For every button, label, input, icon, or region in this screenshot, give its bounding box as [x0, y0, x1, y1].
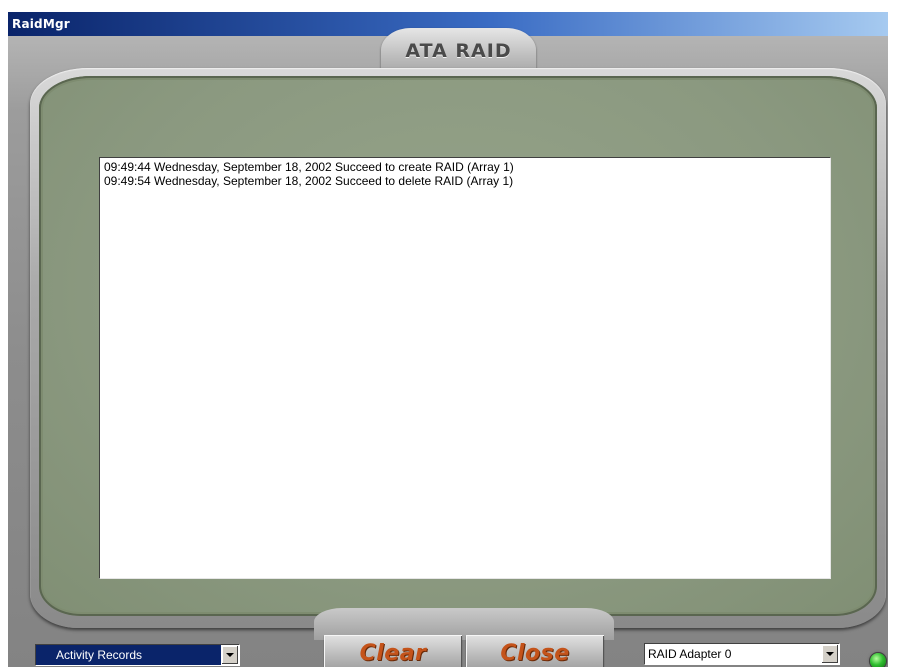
adapter-select-value: RAID Adapter 0	[648, 647, 732, 661]
raidmgr-window: RaidMgr ATA RAID 09:49:44 Wednesday, Sep…	[8, 12, 888, 667]
chevron-down-icon[interactable]	[822, 645, 838, 663]
clear-button[interactable]: Clear	[324, 635, 462, 667]
chevron-down-icon[interactable]	[222, 646, 238, 664]
view-select-value: Activity Records	[36, 645, 221, 665]
log-entry[interactable]: 09:49:44 Wednesday, September 18, 2002 S…	[100, 160, 830, 174]
view-select[interactable]: Activity Records	[35, 644, 240, 666]
log-entry[interactable]: 09:49:54 Wednesday, September 18, 2002 S…	[100, 174, 830, 188]
activity-log-list[interactable]: 09:49:44 Wednesday, September 18, 2002 S…	[99, 157, 831, 579]
window-title: RaidMgr	[12, 17, 70, 31]
app-logo: ATA RAID	[405, 40, 512, 62]
adapter-select[interactable]: RAID Adapter 0	[644, 643, 840, 665]
status-led-icon	[870, 653, 886, 667]
close-button[interactable]: Close	[466, 635, 604, 667]
